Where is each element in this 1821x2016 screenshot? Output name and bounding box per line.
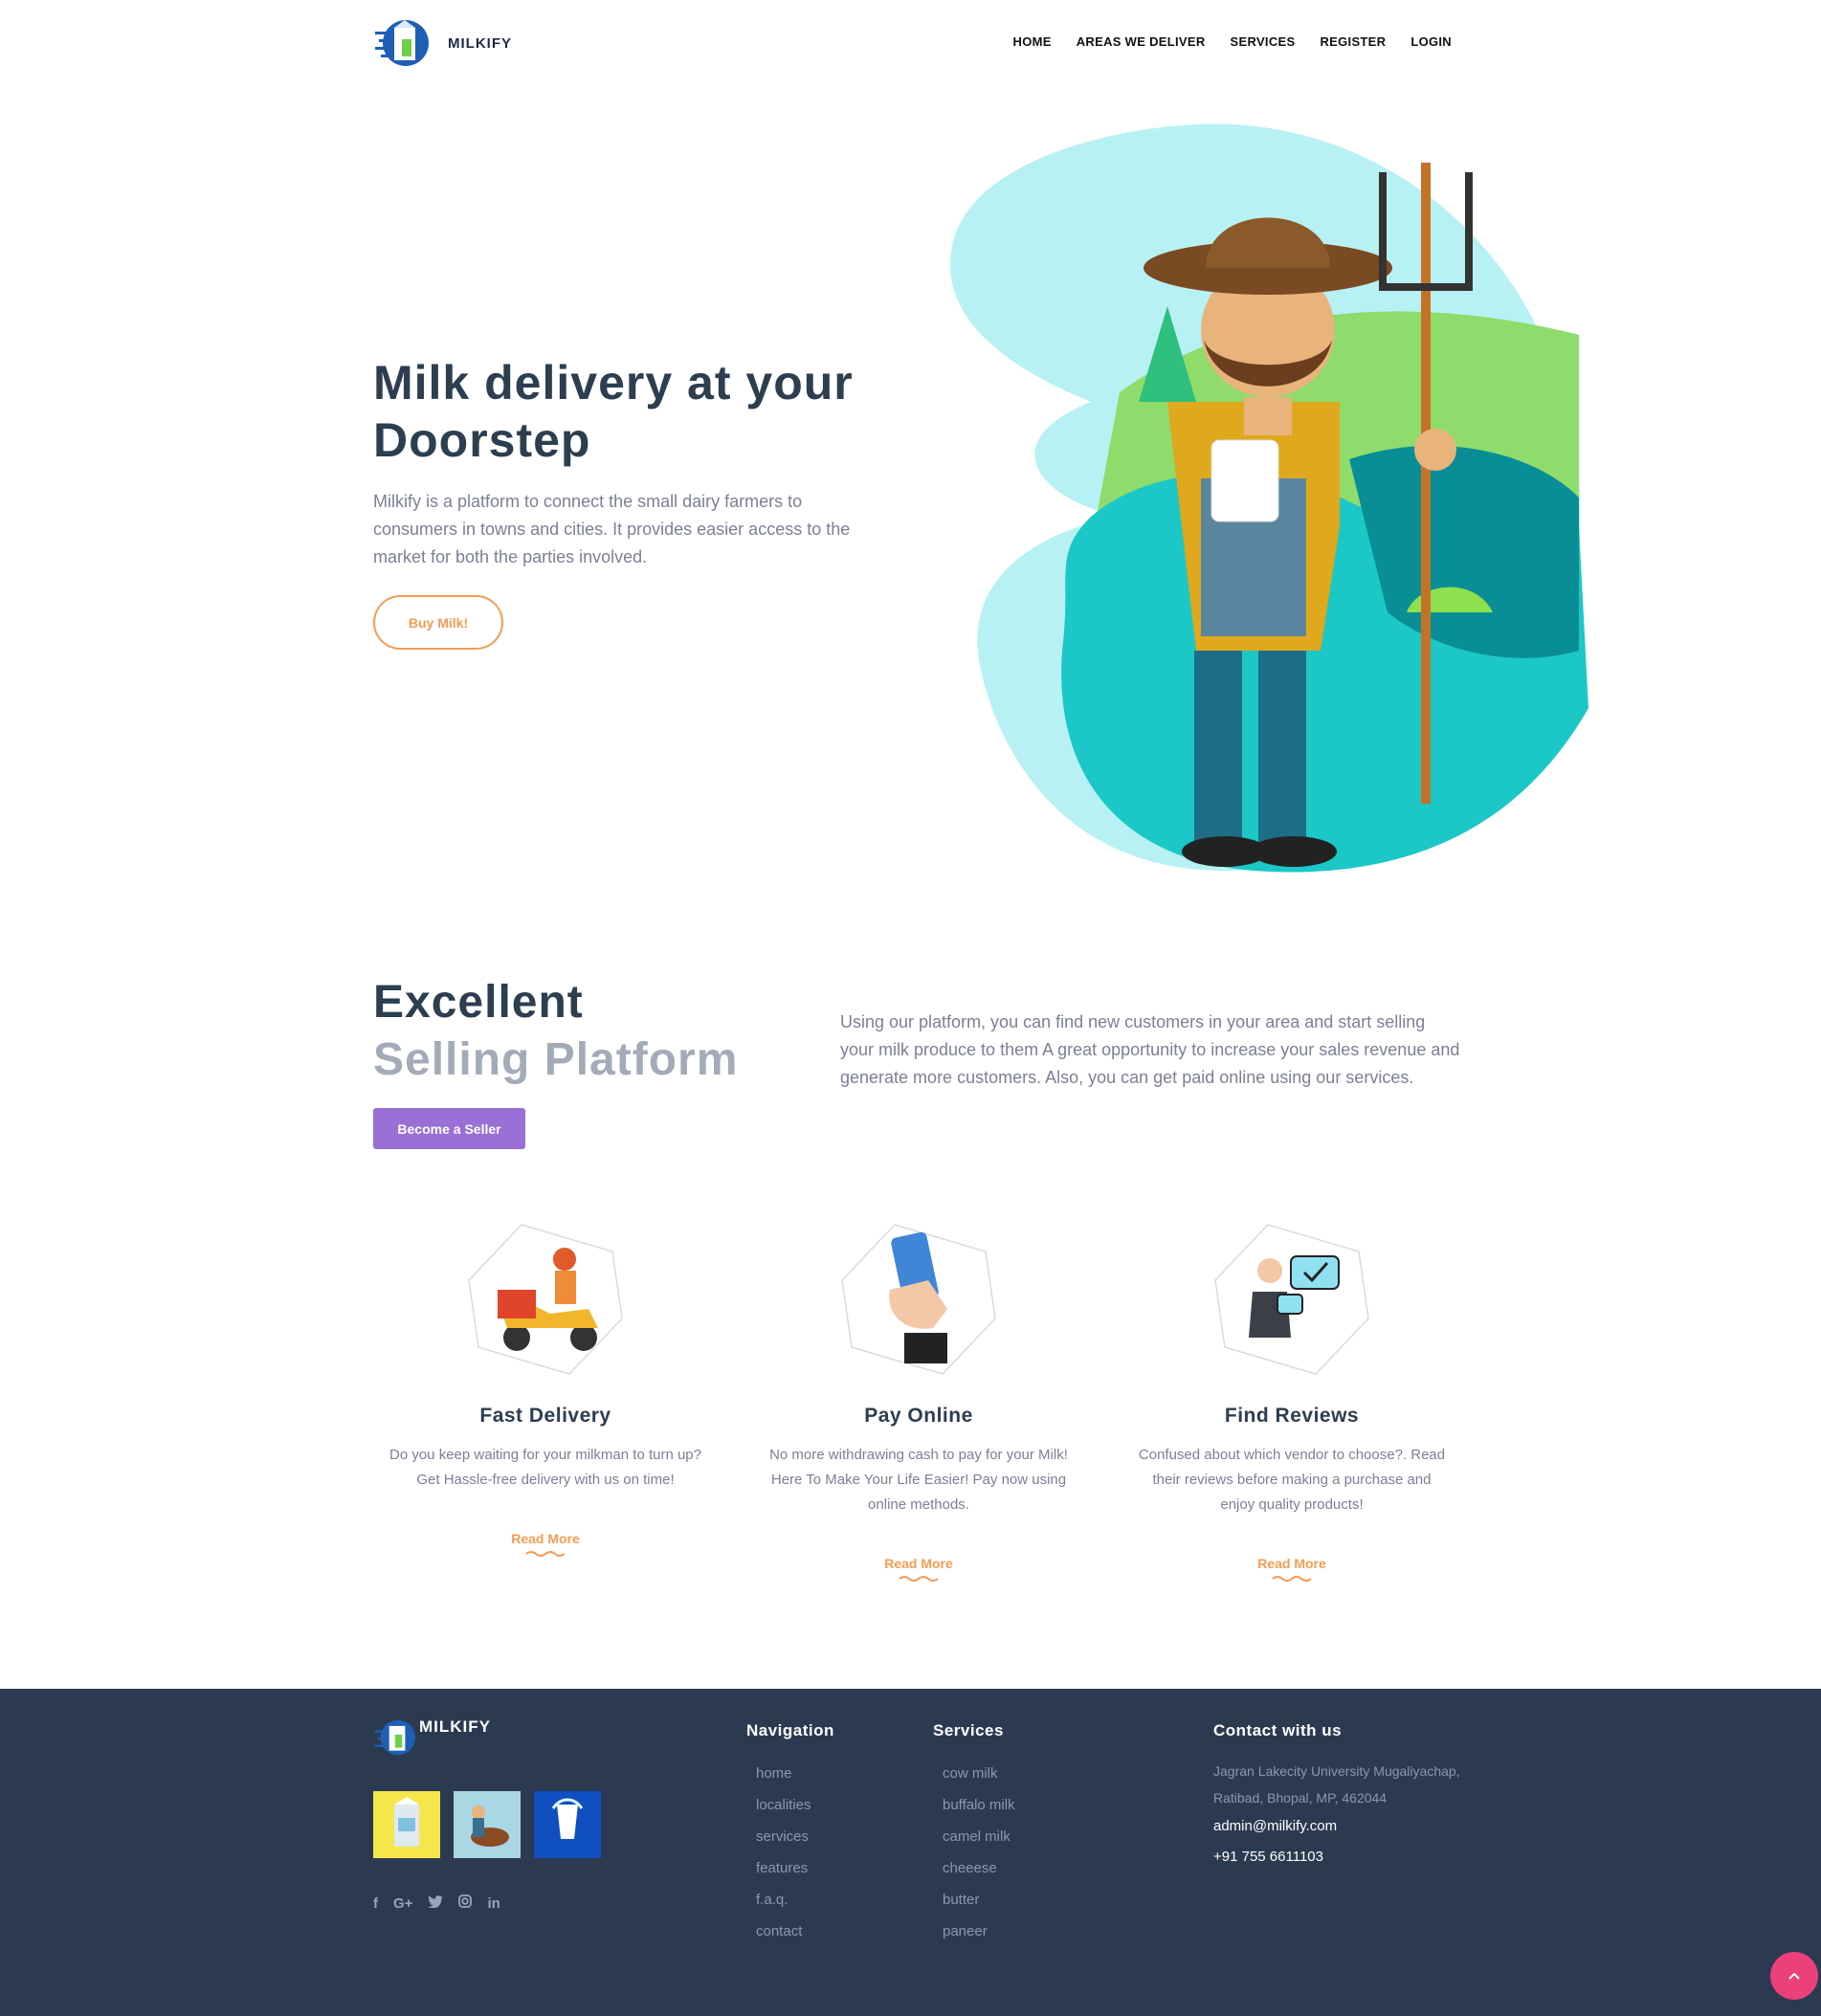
footer-contact: Contact with us Jagran Lakecity Universi…: [1213, 1721, 1462, 1872]
footer-service-camel-milk[interactable]: camel milk: [943, 1821, 1015, 1852]
footer-service-cheese[interactable]: cheeese: [943, 1852, 1015, 1884]
instagram-icon[interactable]: [458, 1894, 473, 1912]
feature-title: Pay Online: [864, 1405, 973, 1427]
footer-navigation-title: Navigation: [746, 1721, 834, 1739]
hero-description: Milkify is a platform to connect the sma…: [373, 492, 851, 566]
feature-text: No more withdrawing cash to pay for your…: [769, 1447, 1068, 1513]
footer-gallery: [373, 1791, 601, 1858]
twitter-icon[interactable]: [428, 1894, 444, 1912]
feature-title: Find Reviews: [1224, 1405, 1360, 1427]
social-links: f G+ in: [373, 1894, 500, 1912]
wave-underline-icon: [899, 1576, 939, 1582]
footer-link-faq[interactable]: f.a.q.: [756, 1884, 834, 1916]
phone-payment-icon: [837, 1223, 1000, 1376]
footer-link-contact[interactable]: contact: [756, 1916, 834, 1947]
contact-phone[interactable]: +91 755 6611103: [1213, 1842, 1462, 1872]
facebook-icon[interactable]: f: [373, 1895, 378, 1912]
read-more-link[interactable]: Read More: [761, 1556, 1077, 1571]
feature-fast-delivery: Fast Delivery Do you keep waiting for yo…: [388, 1223, 703, 1558]
platform-title: Excellent Selling Platform: [373, 974, 738, 1089]
hero-title: Milk delivery at your Doorstep: [373, 356, 854, 467]
contact-address: Jagran Lakecity University Mugaliyachap,…: [1213, 1763, 1460, 1806]
read-more-link[interactable]: Read More: [388, 1531, 703, 1546]
gallery-image-milk-pack[interactable]: [373, 1791, 440, 1858]
brand-logo[interactable]: MILKIFY: [373, 14, 512, 72]
feature-title: Fast Delivery: [479, 1405, 611, 1427]
nav-services[interactable]: SERVICES: [1231, 34, 1296, 49]
nav-register[interactable]: REGISTER: [1320, 34, 1386, 49]
contact-email[interactable]: admin@milkify.com: [1213, 1811, 1462, 1842]
nav-home[interactable]: HOME: [1013, 34, 1052, 49]
feature-text: Confused about which vendor to choose?. …: [1138, 1447, 1446, 1513]
footer-service-cow-milk[interactable]: cow milk: [943, 1758, 1015, 1789]
milk-carton-logo-icon: [375, 20, 429, 66]
footer-navigation: Navigation home localities services feat…: [746, 1721, 834, 1947]
top-nav: MILKIFY HOME AREAS WE DELIVER SERVICES R…: [0, 0, 1821, 88]
footer-services-title: Services: [933, 1721, 1004, 1739]
footer: MILKIFY f G+ in Navigation home localiti…: [0, 1689, 1821, 2016]
platform-title-line2: Selling Platform: [373, 1034, 739, 1085]
footer-link-localities[interactable]: localities: [756, 1789, 834, 1821]
footer-services: Services cow milk buffalo milk camel mil…: [933, 1721, 1015, 1947]
chevron-up-icon: [1788, 1972, 1800, 1980]
brand-name: MILKIFY: [448, 34, 512, 52]
footer-service-paneer[interactable]: paneer: [943, 1916, 1015, 1947]
wave-underline-icon: [525, 1551, 566, 1557]
main-menu: HOME AREAS WE DELIVER SERVICES REGISTER …: [1013, 34, 1452, 49]
footer-link-home[interactable]: home: [756, 1758, 834, 1789]
read-more-link[interactable]: Read More: [1134, 1556, 1450, 1571]
delivery-scooter-icon: [464, 1223, 627, 1376]
gallery-image-milk-splash[interactable]: [534, 1791, 601, 1858]
footer-link-services[interactable]: services: [756, 1821, 834, 1852]
farmer-illustration: [949, 123, 1588, 873]
linkedin-icon[interactable]: in: [487, 1895, 500, 1912]
feature-pay-online: Pay Online No more withdrawing cash to p…: [761, 1223, 1077, 1583]
nav-login[interactable]: LOGIN: [1410, 34, 1452, 49]
milk-carton-logo-icon: [374, 1719, 415, 1756]
footer-contact-title: Contact with us: [1213, 1721, 1343, 1739]
feature-find-reviews: Find Reviews Confused about which vendor…: [1134, 1223, 1450, 1583]
footer-link-features[interactable]: features: [756, 1852, 834, 1884]
platform-title-line1: Excellent: [373, 977, 584, 1028]
review-chat-icon: [1210, 1223, 1373, 1376]
nav-areas-we-deliver[interactable]: AREAS WE DELIVER: [1077, 34, 1206, 49]
feature-text: Do you keep waiting for your milkman to …: [389, 1447, 701, 1488]
gallery-image-farmer-cow[interactable]: [454, 1791, 521, 1858]
google-plus-icon[interactable]: G+: [393, 1895, 412, 1912]
platform-description: Using our platform, you can find new cus…: [840, 1012, 1460, 1087]
footer-logo[interactable]: MILKIFY: [373, 1716, 491, 1760]
footer-service-butter[interactable]: butter: [943, 1884, 1015, 1916]
footer-service-buffalo-milk[interactable]: buffalo milk: [943, 1789, 1015, 1821]
footer-brand-name: MILKIFY: [419, 1717, 491, 1736]
buy-milk-button[interactable]: Buy Milk!: [373, 595, 503, 650]
wave-underline-icon: [1272, 1576, 1312, 1582]
become-seller-button[interactable]: Become a Seller: [373, 1108, 525, 1149]
scroll-to-top-button[interactable]: [1770, 1952, 1818, 2000]
